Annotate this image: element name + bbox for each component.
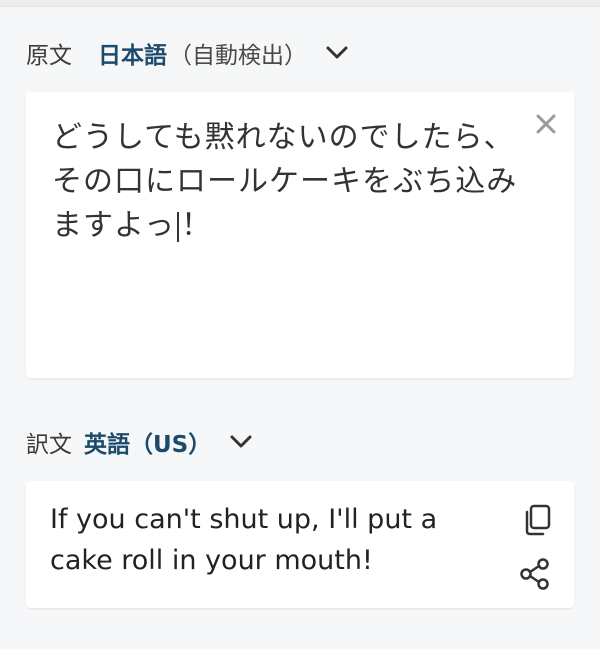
copy-icon[interactable]: [520, 503, 554, 537]
source-text-before-caret: どうしても黙れないのでしたら、その口にロールケーキをぶち込みますよっ: [52, 120, 518, 243]
source-text-input[interactable]: どうしても黙れないのでしたら、その口にロールケーキをぶち込みますよっ！: [52, 116, 522, 248]
chevron-down-icon[interactable]: [229, 434, 253, 450]
chevron-down-icon[interactable]: [325, 45, 349, 61]
top-divider: [0, 0, 600, 7]
share-icon[interactable]: [518, 557, 552, 591]
text-caret: [177, 211, 180, 242]
source-label: 原文: [26, 43, 72, 69]
target-label: 訳文: [26, 432, 72, 458]
translation-text: If you can't shut up, I'll put a cake ro…: [50, 504, 438, 576]
translation-card: If you can't shut up, I'll put a cake ro…: [26, 481, 574, 608]
close-icon[interactable]: [532, 110, 560, 138]
auto-detect-note: （自動検出）: [169, 43, 307, 69]
target-language-row: 訳文 英語（US）: [26, 425, 253, 459]
source-language-selector[interactable]: 日本語: [98, 36, 167, 70]
source-language-row: 原文 日本語 （自動検出）: [26, 36, 349, 70]
target-language-selector[interactable]: 英語（US）: [84, 425, 211, 459]
source-text-after-caret: ！: [181, 208, 213, 243]
source-text-card[interactable]: どうしても黙れないのでしたら、その口にロールケーキをぶち込みますよっ！: [26, 92, 574, 378]
